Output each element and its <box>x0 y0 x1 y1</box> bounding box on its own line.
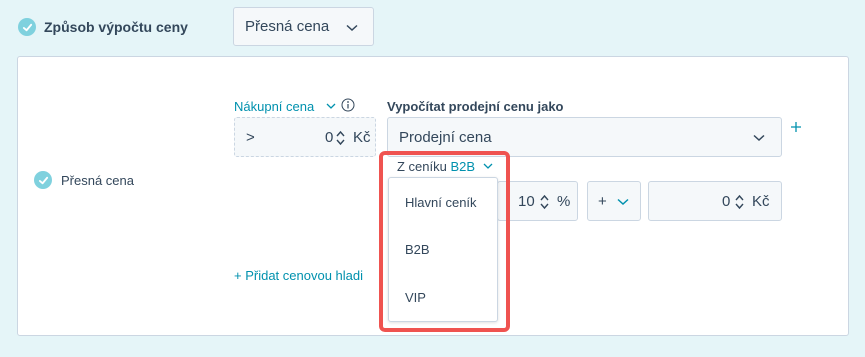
calc-price-label: Vypočítat prodejní cenu jako <box>387 99 564 114</box>
stepper-icon[interactable] <box>540 194 549 210</box>
chevron-down-icon <box>346 24 358 32</box>
amount-field[interactable]: 0 Kč <box>648 181 782 221</box>
plus-icon[interactable] <box>790 121 802 133</box>
stepper-icon[interactable] <box>336 130 345 146</box>
add-price-level-link[interactable]: + Přidat cenovou hladi <box>234 268 363 283</box>
calc-price-value: Prodejní cena <box>399 129 492 146</box>
purchase-price-label: Nákupní cena <box>234 99 315 114</box>
stepper-icon[interactable] <box>735 194 744 210</box>
amount-input[interactable]: 0 <box>722 193 730 210</box>
chevron-down-icon[interactable] <box>326 103 336 110</box>
percent-input[interactable]: 10 <box>518 193 535 210</box>
sign-value: + <box>598 193 607 210</box>
pricing-method-value: Přesná cena <box>245 18 330 35</box>
purchase-price-dropdown[interactable]: Nákupní cena <box>234 99 314 114</box>
purchase-price-input[interactable]: 0 <box>325 129 333 146</box>
pricing-method-label: Způsob výpočtu ceny <box>44 19 188 35</box>
chevron-down-icon <box>753 134 765 142</box>
exact-price-label: Přesná cena <box>61 173 134 188</box>
highlight-outline <box>379 151 510 332</box>
pricing-method-select[interactable]: Přesná cena <box>233 7 374 46</box>
purchase-currency: Kč <box>353 129 371 146</box>
purchase-price-field[interactable]: > 0 Kč <box>234 117 376 157</box>
chevron-down-icon <box>617 198 629 206</box>
amount-currency: Kč <box>752 193 770 210</box>
check-icon <box>18 18 36 36</box>
sign-select[interactable]: + <box>587 181 641 221</box>
check-icon <box>34 171 52 189</box>
percent-unit: % <box>557 193 571 210</box>
operator-select[interactable]: > <box>246 129 255 146</box>
info-icon[interactable] <box>341 98 355 112</box>
